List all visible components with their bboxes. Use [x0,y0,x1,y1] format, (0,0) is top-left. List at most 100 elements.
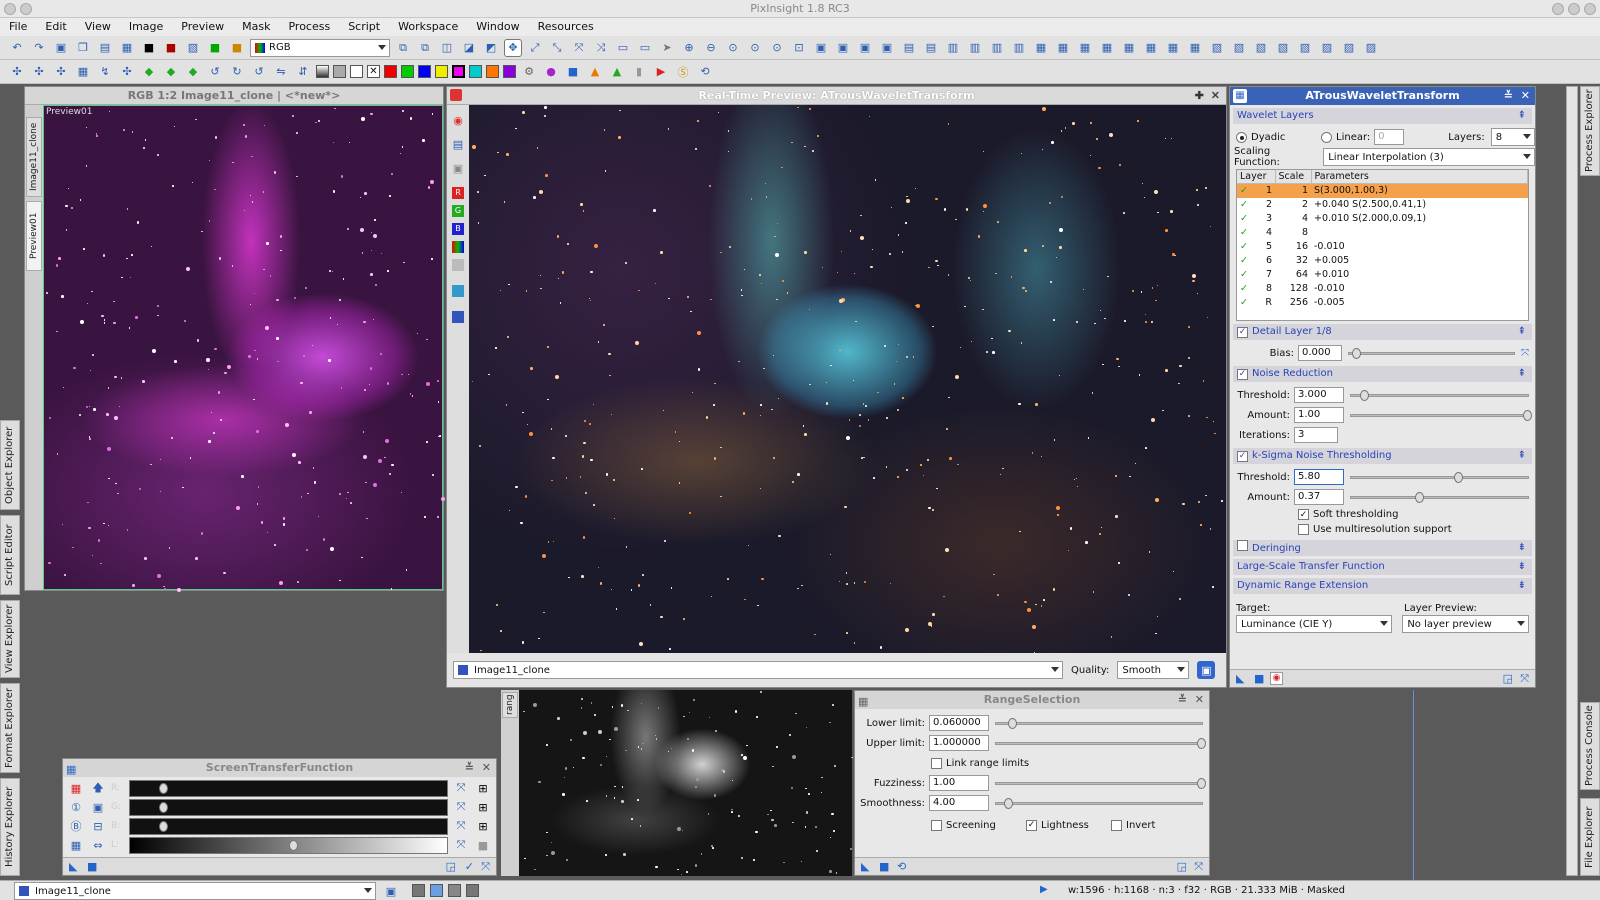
deringing-check[interactable] [1237,540,1248,551]
window-25-icon[interactable]: ▨ [1340,39,1358,57]
menu-image[interactable]: Image [120,18,172,36]
play-icon[interactable]: ▶ [652,63,670,81]
zoom-fit4-icon[interactable]: ⤨ [592,39,610,57]
stf-r-plus-icon[interactable]: ⊞ [474,779,492,797]
nr-iterations-spin[interactable]: 3 [1294,427,1338,443]
side-tab-view-explorer[interactable]: View Explorer [0,600,20,678]
tab-image11-clone[interactable]: Image11_clone [26,117,42,197]
table-row[interactable]: ✓ 7 64 +0.010 [1237,268,1528,282]
zoom-3-icon[interactable]: ⊙ [768,39,786,57]
bar-icon[interactable]: ▮ [630,63,648,81]
ksigma-check[interactable]: ✓ [1237,450,1248,462]
mode-3-icon[interactable] [448,884,461,897]
rtp-view-combo[interactable]: Image11_clone [453,661,1063,679]
new-instance-icon[interactable]: ◣ [69,860,77,873]
side-tab-process-explorer[interactable]: Process Explorer [1580,86,1600,176]
image-window[interactable]: RGB 1:2 Image11_clone | <*new*> Image11_… [24,86,445,592]
enabled-check-icon[interactable]: ✓ [1240,199,1248,210]
stf-b-plus-icon[interactable]: ⊞ [474,817,492,835]
status-play-icon[interactable]: ▶ [1040,884,1048,895]
rtp-canvas[interactable] [469,105,1226,655]
stf-edit-icon[interactable]: ▣ [89,798,107,816]
expand-icon[interactable]: ⇟ [1518,540,1526,556]
doc-icon[interactable]: ◲ [1177,860,1187,873]
window-13-icon[interactable]: ▦ [1076,39,1094,57]
section-dre[interactable]: Dynamic Range Extension ⇟ [1233,578,1532,594]
enabled-check-icon[interactable]: ✓ [1240,255,1248,266]
bias-field[interactable]: 0.000 [1298,345,1342,361]
side-tab-script-editor[interactable]: Script Editor [0,515,20,595]
scaling-combo[interactable]: Linear Interpolation (3) [1323,148,1535,166]
stf-g-auto-icon[interactable]: ⤧ [452,798,470,816]
stf-g-plus-icon[interactable]: ⊞ [474,798,492,816]
section-noise-reduction[interactable]: ✓ Noise Reduction ⇞ [1233,366,1532,382]
atwt-titlebar[interactable]: ▦ ATrousWaveletTransform ≚ ✕ [1230,87,1535,105]
stf-panel[interactable]: ▦ ScreenTransferFunction ≚ ✕ ▦ 🡅 R: ⤧ ⊞ ① ▣ G:… [62,758,497,876]
rotate3-icon[interactable]: ↺ [250,63,268,81]
stf-b-midtone-knob[interactable] [158,820,168,832]
target-combo[interactable]: Luminance (CIE Y) [1236,615,1393,633]
reset-icon[interactable]: ⤧ [1521,348,1529,359]
enabled-check-icon[interactable]: ✓ [1240,213,1248,224]
sync-icon[interactable]: ⟲ [696,63,714,81]
rgb-icon[interactable]: ■ [228,39,246,57]
collapse-icon[interactable]: ⇞ [1518,448,1526,464]
maximize-button[interactable] [1568,3,1580,15]
stf-1-icon[interactable]: ① [67,798,85,816]
cyan-swatch-icon[interactable] [469,65,482,78]
table-row[interactable]: ✓ 3 4 +0.010 S(2.000,0.09,1) [1237,212,1528,226]
stf-icon[interactable]: ◫ [438,39,456,57]
enabled-check-icon[interactable]: ✓ [1240,297,1248,308]
new-instance-icon[interactable]: ◣ [1236,672,1244,685]
stf-b-auto-icon[interactable]: ⤧ [452,817,470,835]
nr-amount-field[interactable]: 1.00 [1294,407,1344,423]
rtp-grid-icon[interactable]: ▤ [449,135,467,153]
undo-icon[interactable]: ↶ [8,39,26,57]
window-26-icon[interactable]: ▨ [1362,39,1380,57]
zoom-out-icon[interactable]: ⊖ [702,39,720,57]
zoom-fit3-icon[interactable]: ⤧ [570,39,588,57]
collapse-icon[interactable]: ⇞ [1518,366,1526,382]
rtp-window[interactable]: Real-Time Preview: ATrousWaveletTransfor… [446,86,1227,688]
mode-1-icon[interactable] [412,884,425,897]
collapse-icon[interactable]: ⇞ [1518,324,1526,340]
stf-l-bar[interactable] [129,836,448,854]
lower-limit-slider[interactable] [995,717,1203,729]
smoothness-knob[interactable] [1004,797,1014,809]
invert-check[interactable] [1111,819,1122,831]
process-icon-3[interactable]: ✣ [52,63,70,81]
process-icon-8[interactable]: ◆ [162,63,180,81]
process-icon-6[interactable]: ✣ [118,63,136,81]
duplicate-icon[interactable]: ❐ [74,39,92,57]
ks-threshold-field[interactable]: 5.80 [1294,469,1344,485]
mirror-icon[interactable]: ⇋ [272,63,290,81]
triangle-green-icon[interactable]: ▲ [608,63,626,81]
linear-spin[interactable]: 0 [1374,129,1405,145]
side-tab-format-explorer[interactable]: Format Explorer [0,683,20,773]
bias-slider[interactable] [1348,347,1515,359]
move-icon[interactable]: ✥ [504,38,522,57]
fuzziness-knob[interactable] [1197,777,1206,789]
reset-all-icon[interactable]: ⤧ [1194,860,1203,874]
window-15-icon[interactable]: ▦ [1120,39,1138,57]
rotate2-icon[interactable]: ↻ [228,63,246,81]
stf-l-auto-icon[interactable]: ⤧ [452,836,470,854]
layers-table[interactable]: Layer Scale Parameters ✓ 1 1 S(3.000,1.00,3… [1236,169,1529,321]
window-16-icon[interactable]: ▦ [1142,39,1160,57]
reset-all-icon[interactable]: ⤧ [481,860,490,874]
window-18-icon[interactable]: ▦ [1186,39,1204,57]
page-icon[interactable]: ▭ [614,39,632,57]
smoothness-field[interactable]: 4.00 [929,795,989,811]
doc-icon[interactable]: ◲ [1503,672,1513,685]
save-icon[interactable]: ▦ [118,39,136,57]
stf-g-bar[interactable] [129,798,448,816]
upper-limit-field[interactable]: 1.000000 [929,735,989,751]
range-close-icon[interactable]: ✕ [1195,691,1204,709]
screening-check[interactable] [931,819,942,831]
process-icon-7[interactable]: ◆ [140,63,158,81]
window-14-icon[interactable]: ▦ [1098,39,1116,57]
rtp-close-icon[interactable]: ✕ [1211,87,1220,105]
stf-l-plus-icon[interactable]: ■ [474,836,492,854]
table-row[interactable]: ✓ 4 8 [1237,226,1528,240]
table-row[interactable]: ✓ 5 16 -0.010 [1237,240,1528,254]
